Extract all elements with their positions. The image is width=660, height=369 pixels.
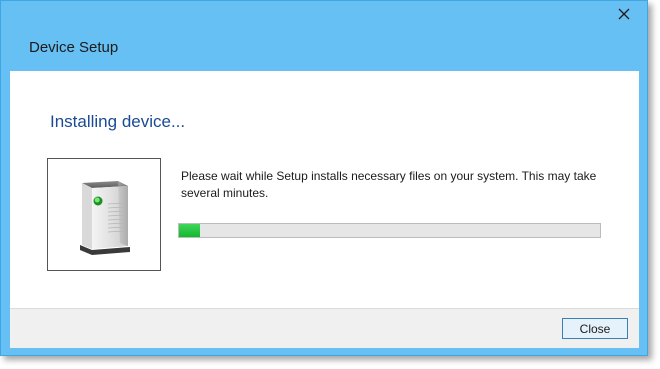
window-close-button[interactable] [611,4,637,24]
close-icon [618,8,630,20]
device-tower-icon [80,181,130,255]
install-progress-bar [178,223,601,238]
close-button[interactable]: Close [562,318,628,339]
page-heading: Installing device... [50,112,186,131]
footer-bar: Close [10,308,639,348]
content-panel: Installing device... Please wait while S… [10,71,639,308]
device-image-frame [47,158,161,271]
status-message: Please wait while Setup installs necessa… [181,169,597,200]
device-setup-window: Device Setup Installing device... Please… [0,0,648,356]
window-title: Device Setup [29,39,119,56]
progress-fill [179,224,201,237]
